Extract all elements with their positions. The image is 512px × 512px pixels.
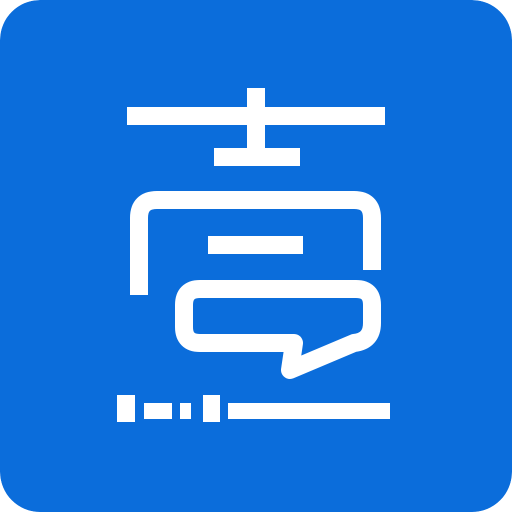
app-icon[interactable] (0, 0, 512, 512)
app-icon-graphic (0, 0, 512, 512)
icon-background (0, 0, 512, 512)
